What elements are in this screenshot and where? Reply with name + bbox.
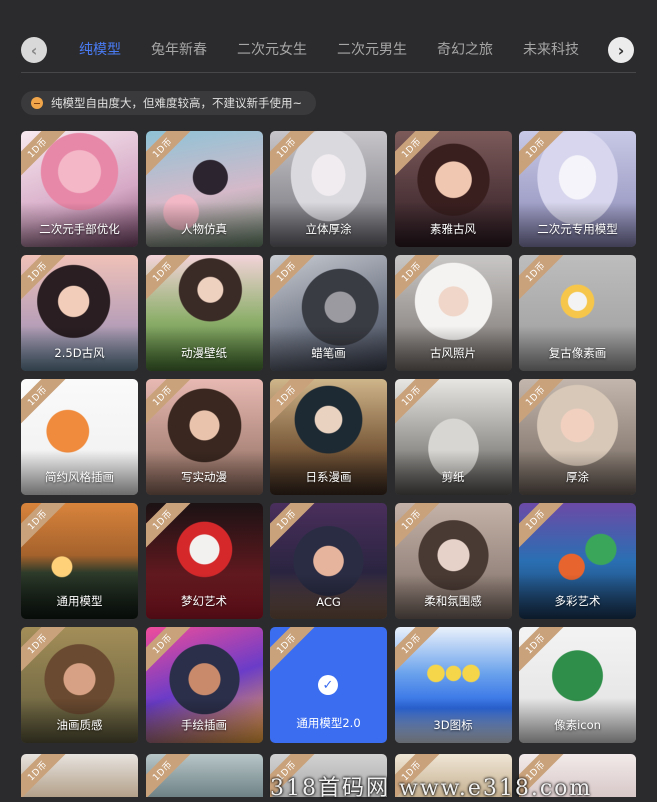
model-card[interactable]: 1D币 (21, 754, 138, 797)
model-card[interactable]: 1D币 蜡笔画 (270, 255, 387, 371)
model-name: 像素icon (554, 718, 601, 732)
notice-text: 纯模型自由度大，但难度较高，不建议新手使用~ (51, 96, 303, 110)
model-name: 动漫壁纸 (181, 346, 227, 360)
model-card-selected[interactable]: 1D币 ✓ 通用模型2.0 (270, 627, 387, 743)
model-card[interactable]: 1D币 二次元专用模型 (519, 131, 636, 247)
model-card[interactable]: 1D币 通用模型 (21, 503, 138, 619)
model-card[interactable]: 1D币 素雅古风 (394, 131, 512, 247)
model-card[interactable]: 1D币 人物仿真 (145, 131, 263, 247)
model-name: 蜡笔画 (311, 346, 346, 360)
model-name: 简约风格插画 (45, 470, 114, 484)
checkmark-icon: ✓ (318, 675, 338, 695)
model-name: 立体厚涂 (305, 222, 352, 236)
model-name: 通用模型 (56, 594, 103, 608)
model-card[interactable]: 1D币 油画质感 (21, 627, 138, 743)
chevron-right-icon: › (617, 40, 625, 60)
divider (21, 72, 636, 73)
model-card[interactable]: 1D币 (145, 754, 263, 797)
tab-anime-girl[interactable]: 二次元女生 (237, 39, 307, 59)
tab-future-tech[interactable]: 未来科技 (523, 39, 579, 59)
model-name: 3D图标 (433, 718, 473, 732)
model-card[interactable]: 1D币 ACG (270, 503, 387, 619)
model-card[interactable]: 1D币 梦幻艺术 (145, 503, 263, 619)
model-name: 多彩艺术 (554, 594, 601, 608)
model-card[interactable]: 1D币 动漫壁纸 (145, 255, 263, 371)
model-name: 手绘插画 (181, 718, 227, 732)
model-name: 复古像素画 (548, 346, 607, 360)
model-card[interactable]: 1D币 2.5D古风 (21, 255, 138, 371)
model-card[interactable]: 1D币 写实动漫 (145, 379, 263, 495)
model-name: 2.5D古风 (54, 346, 105, 360)
model-card[interactable]: 1D币 复古像素画 (519, 255, 636, 371)
model-card[interactable]: 1D币 日系漫画 (270, 379, 387, 495)
notice-banner: 纯模型自由度大，但难度较高，不建议新手使用~ (21, 91, 317, 115)
model-name: 油画质感 (56, 718, 103, 732)
model-card[interactable]: 1D币 3D图标 (394, 627, 512, 743)
price-badge: 1D币 (270, 627, 322, 680)
model-card[interactable]: 1D币 厚涂 (519, 379, 636, 495)
model-name: 梦幻艺术 (181, 594, 227, 608)
model-card[interactable]: 1D币 立体厚涂 (270, 131, 387, 247)
tab-bar: ‹ 纯模型 兔年新春 二次元女生 二次元男生 奇幻之旅 未来科技 › (0, 26, 657, 72)
model-card[interactable]: 1D币 像素icon (519, 627, 636, 743)
model-name: 柔和氛围感 (424, 594, 482, 608)
model-name: 日系漫画 (305, 470, 352, 484)
tab-rabbit-new-year[interactable]: 兔年新春 (151, 39, 207, 59)
sad-face-icon (31, 97, 43, 109)
model-card[interactable]: 1D币 手绘插画 (145, 627, 263, 743)
chevron-left-icon: ‹ (30, 40, 38, 60)
model-card[interactable]: 1D币 二次元手部优化 (21, 131, 138, 247)
model-name: ACG (316, 595, 341, 609)
model-name: 二次元手部优化 (39, 222, 120, 236)
model-card[interactable]: 1D币 剪纸 (394, 379, 512, 495)
model-name: 厚涂 (566, 470, 589, 484)
model-name: 素雅古风 (430, 222, 476, 236)
model-card[interactable]: 1D币 古风照片 (394, 255, 512, 371)
prev-tab-button[interactable]: ‹ (21, 37, 47, 63)
model-name: 人物仿真 (181, 222, 227, 236)
model-name: 剪纸 (441, 470, 465, 484)
category-tabs: 纯模型 兔年新春 二次元女生 二次元男生 奇幻之旅 未来科技 (66, 26, 586, 72)
model-grid: 1D币 二次元手部优化 1D币 人物仿真 1D币 立体厚涂 1D币 素雅古风 1D币 二次… (21, 131, 637, 743)
model-name: 写实动漫 (181, 470, 227, 484)
model-card[interactable]: 1D币 多彩艺术 (519, 503, 636, 619)
model-card[interactable]: 1D币 柔和氛围感 (394, 503, 512, 619)
next-tab-button[interactable]: › (608, 37, 634, 63)
tab-fantasy-journey[interactable]: 奇幻之旅 (437, 39, 493, 59)
tab-pure-model[interactable]: 纯模型 (79, 39, 121, 59)
model-name: 古风照片 (430, 346, 476, 360)
watermark: 318首码网 www.e318.com (270, 776, 593, 801)
tab-anime-boy[interactable]: 二次元男生 (337, 39, 407, 59)
model-name: 通用模型2.0 (296, 716, 361, 730)
model-card[interactable]: 1D币 简约风格插画 (21, 379, 138, 495)
model-name: 二次元专用模型 (537, 222, 618, 236)
